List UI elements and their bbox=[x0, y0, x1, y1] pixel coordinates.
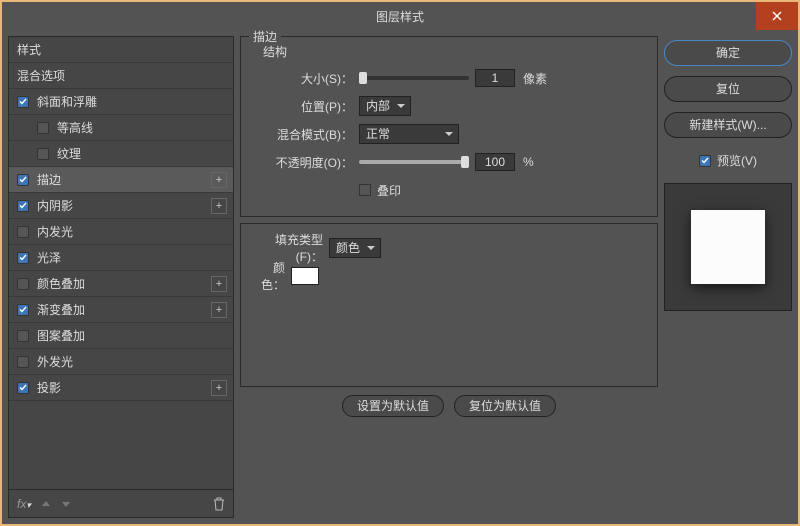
arrow-down-icon[interactable] bbox=[61, 499, 71, 509]
defaults-row: 设置为默认值 复位为默认值 bbox=[240, 395, 658, 417]
style-label: 内阴影 bbox=[37, 197, 73, 214]
blend-mode-dropdown[interactable]: 正常 bbox=[359, 124, 459, 144]
trash-icon[interactable] bbox=[213, 497, 225, 511]
overprint-checkbox[interactable] bbox=[359, 184, 371, 196]
style-item[interactable]: 外发光 bbox=[9, 349, 233, 375]
preview-checkbox[interactable] bbox=[699, 155, 711, 167]
ok-button[interactable]: 确定 bbox=[664, 40, 792, 66]
style-label: 描边 bbox=[37, 171, 61, 188]
new-style-button[interactable]: 新建样式(W)... bbox=[664, 112, 792, 138]
add-effect-button[interactable]: + bbox=[211, 276, 227, 292]
layer-style-dialog: 图层样式 样式 混合选项 斜面和浮雕等高线纹理描边+内阴影+内发光光泽颜色叠加+… bbox=[2, 2, 798, 524]
blend-mode-label: 混合模式(B)： bbox=[251, 126, 359, 143]
style-item[interactable]: 图案叠加 bbox=[9, 323, 233, 349]
style-label: 等高线 bbox=[57, 119, 93, 136]
style-checkbox[interactable] bbox=[17, 382, 29, 394]
style-item[interactable]: 内阴影 + bbox=[9, 193, 233, 219]
blending-options-label: 混合选项 bbox=[17, 67, 65, 84]
style-checkbox[interactable] bbox=[17, 174, 29, 186]
color-label: 颜色： bbox=[251, 259, 291, 293]
style-checkbox[interactable] bbox=[17, 252, 29, 264]
preview-swatch bbox=[691, 210, 765, 284]
style-checkbox[interactable] bbox=[17, 96, 29, 108]
size-slider[interactable] bbox=[359, 71, 469, 85]
preview-box bbox=[664, 183, 792, 311]
style-label: 内发光 bbox=[37, 223, 73, 240]
titlebar: 图层样式 bbox=[2, 2, 798, 30]
style-label: 光泽 bbox=[37, 249, 61, 266]
style-checkbox[interactable] bbox=[17, 330, 29, 342]
opacity-label: 不透明度(O)： bbox=[251, 154, 359, 171]
style-checkbox[interactable] bbox=[37, 148, 49, 160]
style-checkbox[interactable] bbox=[37, 122, 49, 134]
position-dropdown[interactable]: 内部 bbox=[359, 96, 411, 116]
close-button[interactable] bbox=[756, 2, 798, 30]
style-item[interactable]: 光泽 bbox=[9, 245, 233, 271]
reset-default-button[interactable]: 复位为默认值 bbox=[454, 395, 556, 417]
arrow-up-icon[interactable] bbox=[41, 499, 51, 509]
style-checkbox[interactable] bbox=[17, 278, 29, 290]
size-unit: 像素 bbox=[523, 70, 547, 87]
filltype-dropdown[interactable]: 颜色 bbox=[329, 238, 381, 258]
overprint-row: 叠印 bbox=[251, 178, 647, 202]
window-title: 图层样式 bbox=[376, 8, 424, 25]
style-label: 外发光 bbox=[37, 353, 73, 370]
actions-panel: 确定 复位 新建样式(W)... 预览(V) bbox=[664, 36, 792, 518]
size-label: 大小(S)： bbox=[251, 70, 359, 87]
add-effect-button[interactable]: + bbox=[211, 302, 227, 318]
blending-options[interactable]: 混合选项 bbox=[9, 63, 233, 89]
preview-toggle[interactable]: 预览(V) bbox=[664, 152, 792, 169]
add-effect-button[interactable]: + bbox=[211, 172, 227, 188]
styles-header-label: 样式 bbox=[17, 41, 41, 58]
styles-panel: 样式 混合选项 斜面和浮雕等高线纹理描边 + 内阴影 + 内发光光泽颜色叠加 + 渐变叠加 +… bbox=[8, 36, 234, 518]
content: 样式 混合选项 斜面和浮雕等高线纹理描边+内阴影+内发光光泽颜色叠加+渐变叠加+… bbox=[2, 30, 798, 524]
position-row: 位置(P)： 内部 bbox=[251, 94, 647, 118]
style-label: 投影 bbox=[37, 379, 61, 396]
style-item[interactable]: 投影 + bbox=[9, 375, 233, 401]
style-checkbox[interactable] bbox=[17, 304, 29, 316]
style-item[interactable]: 颜色叠加 + bbox=[9, 271, 233, 297]
opacity-row: 不透明度(O)： 100 % bbox=[251, 150, 647, 174]
spacer bbox=[9, 401, 233, 489]
add-effect-button[interactable]: + bbox=[211, 380, 227, 396]
style-item[interactable]: 等高线 bbox=[9, 115, 233, 141]
style-label: 颜色叠加 bbox=[37, 275, 85, 292]
stroke-group: 描边 结构 大小(S)： 1 像素 位置(P)： 内部 混合模式(B)： 正常 bbox=[240, 36, 658, 217]
close-icon bbox=[772, 11, 782, 21]
preview-label: 预览(V) bbox=[717, 152, 757, 169]
style-label: 图案叠加 bbox=[37, 327, 85, 344]
style-checkbox[interactable] bbox=[17, 200, 29, 212]
style-label: 纹理 bbox=[57, 145, 81, 162]
style-label: 斜面和浮雕 bbox=[37, 93, 97, 110]
stroke-legend: 描边 bbox=[249, 28, 281, 45]
reset-button[interactable]: 复位 bbox=[664, 76, 792, 102]
style-checkbox[interactable] bbox=[17, 226, 29, 238]
style-checkbox[interactable] bbox=[17, 356, 29, 368]
position-label: 位置(P)： bbox=[251, 98, 359, 115]
opacity-unit: % bbox=[523, 155, 534, 169]
opacity-input[interactable]: 100 bbox=[475, 153, 515, 171]
color-swatch[interactable] bbox=[291, 267, 319, 285]
opacity-slider[interactable] bbox=[359, 155, 469, 169]
style-item[interactable]: 斜面和浮雕 bbox=[9, 89, 233, 115]
size-input[interactable]: 1 bbox=[475, 69, 515, 87]
style-item[interactable]: 渐变叠加 + bbox=[9, 297, 233, 323]
structure-legend: 结构 bbox=[263, 43, 647, 60]
filltype-row: 填充类型(F)： 颜色 bbox=[251, 236, 647, 260]
color-row: 颜色： bbox=[251, 264, 647, 288]
style-item[interactable]: 描边 + bbox=[9, 167, 233, 193]
make-default-button[interactable]: 设置为默认值 bbox=[342, 395, 444, 417]
fx-icon[interactable]: fx▾ bbox=[17, 497, 31, 511]
style-item[interactable]: 纹理 bbox=[9, 141, 233, 167]
blend-mode-row: 混合模式(B)： 正常 bbox=[251, 122, 647, 146]
options-panel: 描边 结构 大小(S)： 1 像素 位置(P)： 内部 混合模式(B)： 正常 bbox=[240, 36, 658, 518]
style-item[interactable]: 内发光 bbox=[9, 219, 233, 245]
add-effect-button[interactable]: + bbox=[211, 198, 227, 214]
size-row: 大小(S)： 1 像素 bbox=[251, 66, 647, 90]
overprint-label: 叠印 bbox=[377, 182, 401, 199]
style-label: 渐变叠加 bbox=[37, 301, 85, 318]
styles-footer: fx▾ bbox=[9, 489, 233, 517]
fill-group: 填充类型(F)： 颜色 颜色： bbox=[240, 223, 658, 387]
styles-header[interactable]: 样式 bbox=[9, 37, 233, 63]
